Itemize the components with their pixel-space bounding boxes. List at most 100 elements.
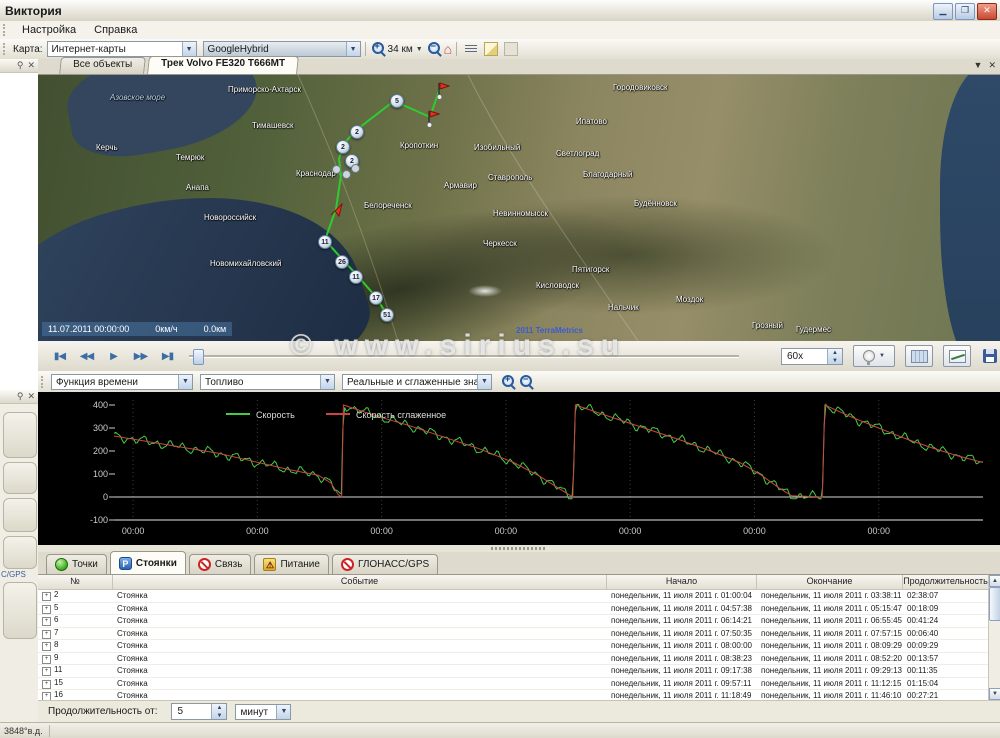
- pin-icon[interactable]: ⚲: [17, 391, 24, 402]
- tab-points[interactable]: Точки: [46, 554, 107, 574]
- slider-thumb[interactable]: [193, 349, 204, 365]
- zoom-in-icon[interactable]: +: [372, 42, 386, 56]
- skip-end-button[interactable]: ▶▮: [154, 351, 181, 362]
- track-point-marker[interactable]: 2: [336, 140, 350, 154]
- current-position-arrow[interactable]: [330, 203, 344, 217]
- list-icon[interactable]: [465, 45, 477, 54]
- stops-table[interactable]: № Событие Начало Окончание Продолжительн…: [38, 575, 989, 700]
- scroll-down-icon[interactable]: ▼: [989, 688, 1000, 700]
- home-icon[interactable]: ⌂: [444, 42, 452, 56]
- play-button[interactable]: ▶: [100, 351, 127, 362]
- table-row[interactable]: +8Стоянкапонедельник, 11 июля 2011 г. 08…: [38, 640, 988, 653]
- track-dot-marker[interactable]: [351, 164, 360, 173]
- speed-chart[interactable]: 00:0000:0000:0000:0000:0000:0000:0040030…: [38, 392, 1000, 545]
- expand-row-icon[interactable]: +: [42, 655, 51, 664]
- finish-flag-marker[interactable]: [426, 109, 440, 127]
- values-mode-combobox[interactable]: Реальные и сглаженные значения▼: [342, 374, 492, 390]
- tab-track-volvo[interactable]: Трек Volvo FE320 Т666МТ: [147, 56, 299, 74]
- show-map-panel-button[interactable]: [905, 345, 933, 367]
- duration-unit-combobox[interactable]: минут▼: [235, 704, 291, 720]
- scroll-up-icon[interactable]: ▲: [989, 575, 1000, 587]
- tab-stops[interactable]: P Стоянки: [110, 551, 186, 574]
- col-number[interactable]: №: [38, 575, 113, 589]
- chevron-down-icon[interactable]: ▼: [879, 353, 885, 359]
- close-icon[interactable]: ✕: [27, 391, 35, 402]
- col-start[interactable]: Начало: [607, 575, 757, 589]
- table-row[interactable]: +16Стоянкапонедельник, 11 июля 2011 г. 1…: [38, 690, 988, 700]
- expand-row-icon[interactable]: +: [42, 617, 51, 626]
- expand-row-icon[interactable]: +: [42, 680, 51, 689]
- fuel-combobox[interactable]: Топливо▼: [200, 374, 335, 390]
- tab-connection[interactable]: Связь: [189, 554, 252, 574]
- track-point-marker[interactable]: 11: [318, 235, 332, 249]
- map-type-combobox[interactable]: GoogleHybrid▼: [203, 41, 361, 57]
- close-icon[interactable]: ✕: [27, 60, 35, 71]
- time-function-combobox[interactable]: Функция времени▼: [51, 374, 193, 390]
- map-view[interactable]: Азовское мореПриморско-АхтарскГородовико…: [38, 75, 1000, 341]
- table-row[interactable]: +6Стоянкапонедельник, 11 июля 2011 г. 06…: [38, 615, 988, 628]
- rewind-button[interactable]: ◀◀: [73, 351, 100, 362]
- fast-forward-button[interactable]: ▶▶: [127, 351, 154, 362]
- table-row[interactable]: +5Стоянкапонедельник, 11 июля 2011 г. 04…: [38, 603, 988, 616]
- tab-glonass-gps[interactable]: ГЛОНАСС/GPS: [332, 554, 438, 574]
- show-chart-panel-button[interactable]: [943, 345, 971, 367]
- timeline-slider[interactable]: [189, 348, 739, 364]
- col-event[interactable]: Событие: [113, 575, 607, 589]
- chevron-down-icon[interactable]: ▼: [477, 375, 491, 389]
- table-row[interactable]: +2Стоянкапонедельник, 11 июля 2011 г. 01…: [38, 590, 988, 603]
- zoom-out-icon[interactable]: −: [428, 42, 442, 56]
- map-source-combobox[interactable]: Интернет-карты▼: [47, 41, 197, 57]
- tab-power[interactable]: ⚠ Питание: [254, 554, 328, 574]
- save-icon[interactable]: [983, 349, 997, 363]
- expand-row-icon[interactable]: +: [42, 692, 51, 700]
- chart-zoom-in-icon[interactable]: +: [502, 375, 516, 389]
- table-row[interactable]: +15Стоянкапонедельник, 11 июля 2011 г. 0…: [38, 678, 988, 691]
- finish-flag-marker[interactable]: [436, 81, 450, 99]
- spinner-arrows-icon[interactable]: ▲▼: [211, 704, 226, 719]
- pin-icon[interactable]: ⚲: [17, 60, 24, 71]
- map-scale-value[interactable]: 34 км: [388, 44, 413, 55]
- chevron-down-icon[interactable]: ▼: [178, 375, 192, 389]
- table-scrollbar[interactable]: ▲ ▼: [988, 575, 1000, 700]
- expand-row-icon[interactable]: +: [42, 592, 51, 601]
- duration-value-spinner[interactable]: 5 ▲▼: [171, 703, 227, 720]
- track-dot-marker[interactable]: [342, 170, 351, 179]
- track-point-marker[interactable]: 51: [380, 308, 394, 322]
- chevron-down-icon[interactable]: ▼: [320, 375, 334, 389]
- expand-row-icon[interactable]: +: [42, 630, 51, 639]
- restore-button[interactable]: ❐: [955, 3, 975, 20]
- playback-speed-spinner[interactable]: 60x ▲▼: [781, 348, 843, 365]
- balloon-toggle-button[interactable]: ▼: [853, 345, 895, 367]
- expand-row-icon[interactable]: +: [42, 667, 51, 676]
- skip-start-button[interactable]: ▮◀: [46, 351, 73, 362]
- dock-group-box[interactable]: [3, 412, 37, 458]
- expand-row-icon[interactable]: +: [42, 605, 51, 614]
- table-row[interactable]: +7Стоянкапонедельник, 11 июля 2011 г. 07…: [38, 628, 988, 641]
- track-dot-marker[interactable]: [332, 165, 341, 174]
- track-point-marker[interactable]: 26: [335, 255, 349, 269]
- chart-zoom-out-icon[interactable]: −: [520, 375, 534, 389]
- edit-notes-icon[interactable]: [484, 42, 498, 56]
- tab-all-objects[interactable]: Все объекты: [59, 57, 146, 74]
- scroll-thumb[interactable]: [989, 587, 1000, 621]
- col-duration[interactable]: Продолжительность: [903, 575, 988, 589]
- expand-row-icon[interactable]: +: [42, 642, 51, 651]
- track-point-marker[interactable]: 2: [350, 125, 364, 139]
- table-row[interactable]: +9Стоянкапонедельник, 11 июля 2011 г. 08…: [38, 653, 988, 666]
- track-point-marker[interactable]: 5: [390, 94, 404, 108]
- dock-group-box[interactable]: [3, 462, 37, 494]
- menu-settings[interactable]: Настройка: [13, 23, 85, 37]
- dock-group-box[interactable]: [3, 536, 37, 569]
- chevron-down-icon[interactable]: ▼: [346, 42, 360, 56]
- minimize-button[interactable]: ▁: [933, 3, 953, 20]
- chevron-down-icon[interactable]: ▼: [182, 42, 196, 56]
- tab-close-icon[interactable]: ✕: [988, 60, 996, 71]
- track-point-marker[interactable]: 17: [369, 291, 383, 305]
- track-point-marker[interactable]: 11: [349, 270, 363, 284]
- close-button[interactable]: ✕: [977, 3, 997, 20]
- scale-dropdown-icon[interactable]: ▼: [416, 46, 423, 53]
- table-row[interactable]: +11Стоянкапонедельник, 11 июля 2011 г. 0…: [38, 665, 988, 678]
- col-end[interactable]: Окончание: [757, 575, 903, 589]
- spinner-arrows-icon[interactable]: ▲▼: [827, 349, 842, 364]
- menu-help[interactable]: Справка: [85, 23, 146, 37]
